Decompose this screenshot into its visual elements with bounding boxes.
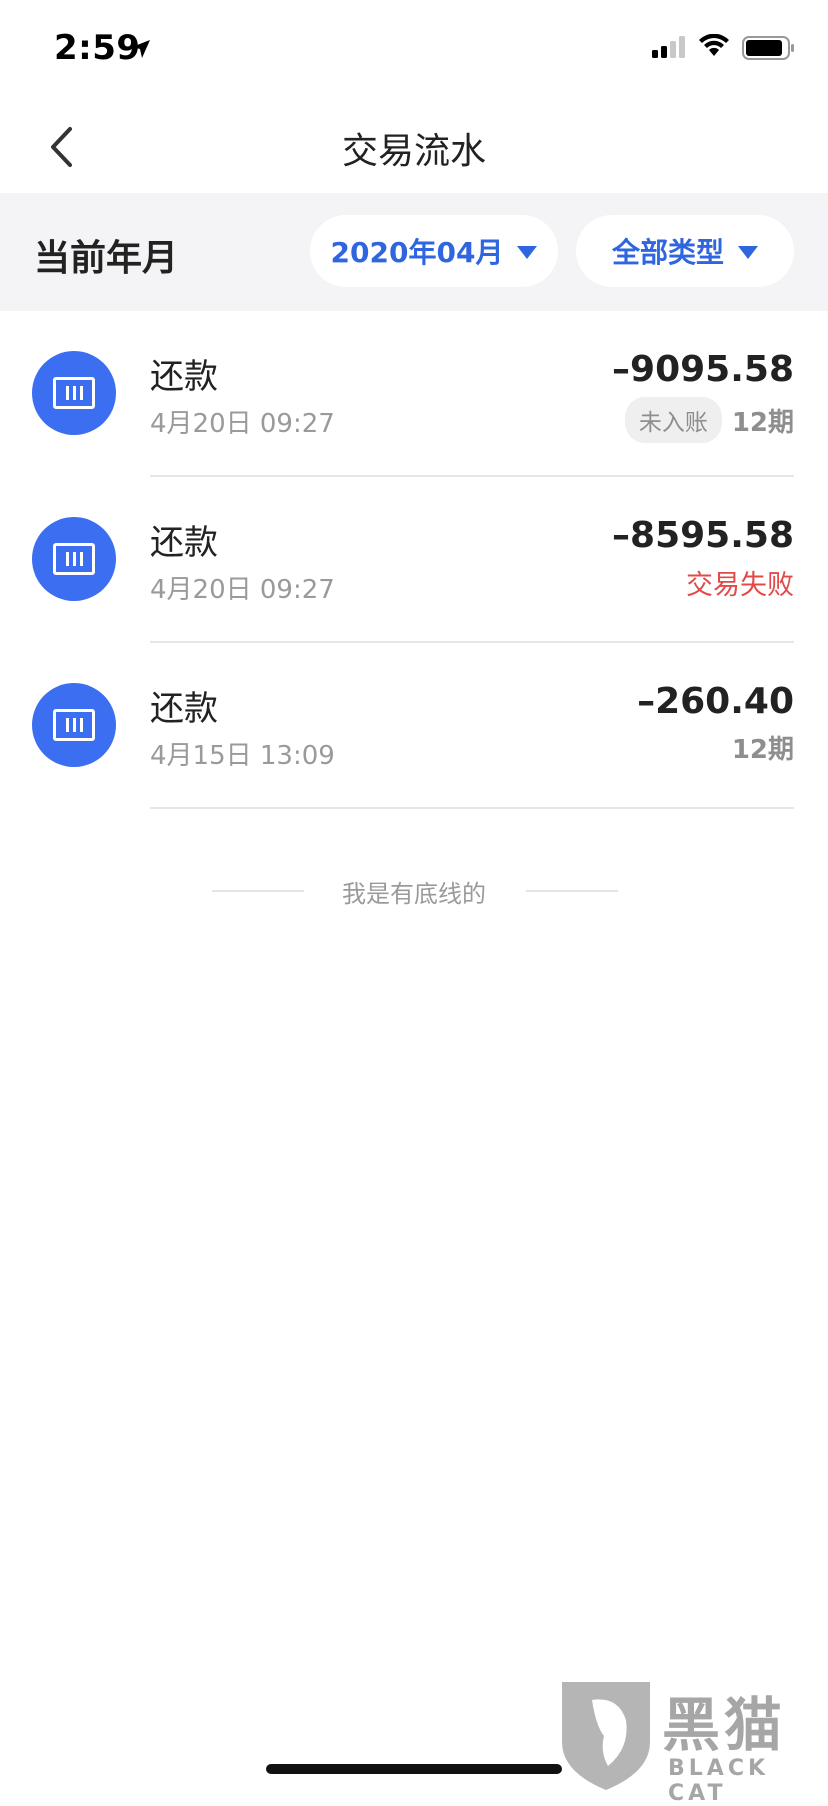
cellular-signal-icon xyxy=(652,36,685,58)
transaction-time: 4月20日 09:27 xyxy=(150,575,335,605)
watermark-english-text: BLACK CAT xyxy=(668,1756,770,1806)
current-month-label: 当前年月 xyxy=(34,238,179,279)
transaction-row[interactable]: 还款 4月20日 09:27 –9095.58 未入账 12期 xyxy=(0,311,828,477)
transaction-amount: –260.40 xyxy=(637,681,794,722)
transaction-time: 4月15日 13:09 xyxy=(150,741,335,771)
repayment-icon xyxy=(32,351,116,435)
black-cat-watermark: 黑猫 BLACK CAT xyxy=(556,1676,828,1806)
end-of-list-marker: 我是有底线的 xyxy=(0,872,828,912)
divider xyxy=(150,807,794,809)
page-title: 交易流水 xyxy=(341,131,486,172)
transaction-title: 还款 xyxy=(150,689,218,729)
transaction-meta: 交易失败 xyxy=(686,563,794,602)
status-bar: 2:59 xyxy=(0,0,828,100)
transaction-meta: 未入账 12期 xyxy=(624,397,794,443)
transaction-amount: –8595.58 xyxy=(612,515,794,556)
transaction-row[interactable]: 还款 4月15日 13:09 –260.40 12期 xyxy=(0,643,828,809)
type-select-button[interactable]: 全部类型 xyxy=(576,215,794,287)
transaction-title: 还款 xyxy=(150,523,218,563)
location-arrow-icon xyxy=(132,40,150,58)
installment-period: 12期 xyxy=(731,407,794,438)
transaction-time: 4月20日 09:27 xyxy=(150,409,335,439)
cat-shield-logo-icon xyxy=(562,1682,650,1790)
watermark-chinese-text: 黑猫 xyxy=(662,1691,787,1759)
end-line-right xyxy=(526,890,618,892)
end-of-list-text: 我是有底线的 xyxy=(342,880,486,908)
battery-icon xyxy=(742,36,794,60)
repayment-icon xyxy=(32,517,116,601)
installment-period: 12期 xyxy=(731,735,794,765)
repayment-icon xyxy=(32,683,116,767)
type-select-value: 全部类型 xyxy=(611,236,724,269)
month-select-button[interactable]: 2020年04月 xyxy=(310,215,558,287)
transaction-amount: –9095.58 xyxy=(612,349,794,390)
dropdown-triangle-icon xyxy=(738,245,758,259)
status-time: 2:59 xyxy=(54,28,141,68)
status-badge: 未入账 xyxy=(624,397,722,443)
transaction-meta: 12期 xyxy=(732,729,794,766)
month-select-value: 2020年04月 xyxy=(330,236,504,269)
failed-status: 交易失败 xyxy=(686,570,794,601)
wifi-icon xyxy=(699,34,729,56)
home-indicator[interactable] xyxy=(266,1764,562,1774)
dropdown-triangle-icon xyxy=(517,245,538,259)
transaction-title: 还款 xyxy=(150,357,218,397)
transaction-list: 还款 4月20日 09:27 –9095.58 未入账 12期 还款 4月20日… xyxy=(0,311,828,809)
transaction-row[interactable]: 还款 4月20日 09:27 –8595.58 交易失败 xyxy=(0,477,828,643)
filter-bar: 当前年月 2020年04月 全部类型 xyxy=(0,193,828,311)
nav-bar: 交易流水 xyxy=(0,100,828,192)
